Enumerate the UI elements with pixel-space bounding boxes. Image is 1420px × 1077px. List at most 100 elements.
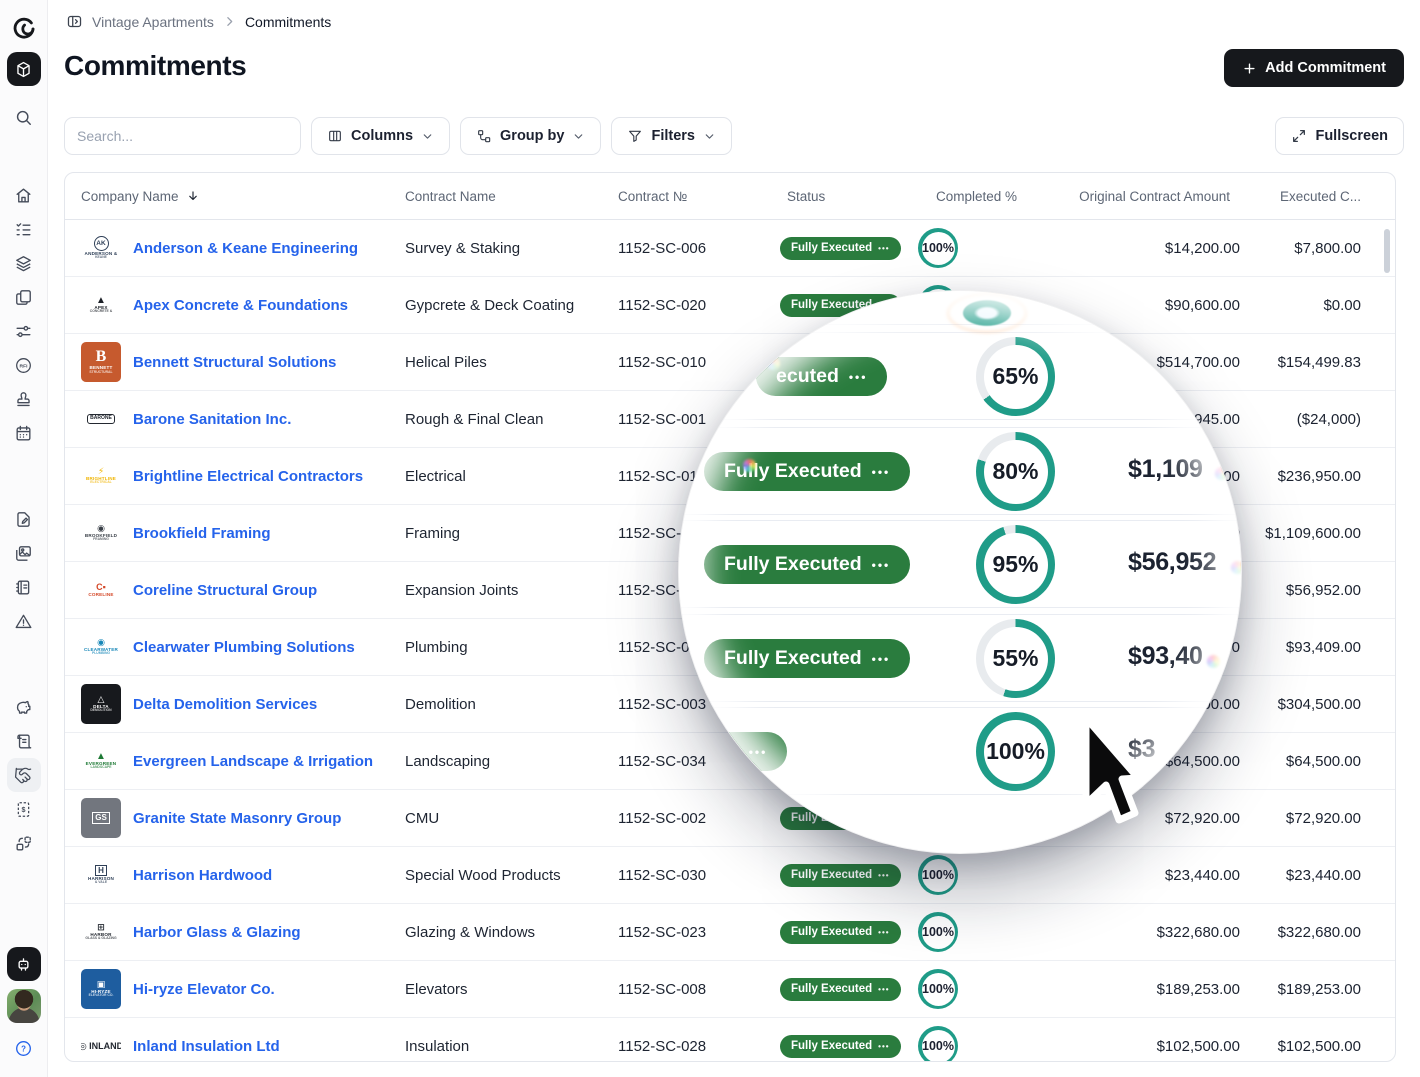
company-link[interactable]: Harbor Glass & Glazing xyxy=(133,924,301,941)
company-link[interactable]: Inland Insulation Ltd xyxy=(133,1038,280,1055)
status-badge[interactable]: Fully Executed••• xyxy=(780,864,901,887)
company-link[interactable]: Granite State Masonry Group xyxy=(133,810,341,827)
contract-name-cell: Plumbing xyxy=(389,639,602,656)
search-input[interactable] xyxy=(64,117,301,155)
column-header-company[interactable]: Company Name xyxy=(65,189,389,204)
columns-button[interactable]: Columns xyxy=(311,117,450,155)
executed-amount-cell: $93,409.00 xyxy=(1258,639,1379,656)
company-logo: ⊞HARBORGLASS & GLAZING xyxy=(81,912,121,952)
group-by-button[interactable]: Group by xyxy=(460,117,601,155)
completed-ring: 100% xyxy=(918,1026,958,1062)
company-link[interactable]: Hi-ryze Elevator Co. xyxy=(133,981,275,998)
safety-warning-icon[interactable] xyxy=(7,604,41,638)
commitments-handshake-icon[interactable] xyxy=(7,758,41,792)
status-badge[interactable]: Fully Executed••• xyxy=(780,978,901,1001)
column-header-executed[interactable]: Executed C... xyxy=(1258,189,1379,204)
column-header-status[interactable]: Status xyxy=(762,189,918,204)
column-header-completed[interactable]: Completed % xyxy=(918,189,1042,204)
executed-amount-cell: $189,253.00 xyxy=(1258,981,1379,998)
table-row[interactable]: ⊞HARBORGLASS & GLAZING Harbor Glass & Gl… xyxy=(65,904,1395,961)
specifications-notebook-icon[interactable] xyxy=(7,570,41,604)
company-link[interactable]: Coreline Structural Group xyxy=(133,582,317,599)
help-icon[interactable]: ? xyxy=(7,1031,41,1065)
contract-name-cell: Electrical xyxy=(389,468,602,485)
filters-button[interactable]: Filters xyxy=(611,117,732,155)
contract-name-cell: Glazing & Windows xyxy=(389,924,602,941)
lens-row-card: ecuted••• 65% xyxy=(678,332,1242,420)
company-link[interactable]: Brookfield Framing xyxy=(133,525,271,542)
project-cube-icon[interactable] xyxy=(7,52,41,86)
column-header-contract-name[interactable]: Contract Name xyxy=(389,189,602,204)
app-logo-icon[interactable] xyxy=(7,12,41,46)
company-link[interactable]: Bennett Structural Solutions xyxy=(133,354,336,371)
drawings-file-pen-icon[interactable] xyxy=(7,502,41,536)
rfi-icon[interactable]: RFI xyxy=(7,348,41,382)
calendar-icon[interactable] xyxy=(7,416,41,450)
table-row[interactable]: AKANDERSON &KEANE Anderson & Keane Engin… xyxy=(65,220,1395,277)
company-link[interactable]: Delta Demolition Services xyxy=(133,696,317,713)
documents-copy-icon[interactable] xyxy=(7,280,41,314)
contract-name-cell: Elevators xyxy=(389,981,602,998)
original-amount-cell: $23,440.00 xyxy=(1042,867,1258,884)
lens-status-badge: Executed••• xyxy=(678,732,787,771)
vertical-scrollbar[interactable] xyxy=(1384,229,1390,273)
fullscreen-button[interactable]: Fullscreen xyxy=(1275,117,1404,155)
executed-amount-cell: $7,800.00 xyxy=(1258,240,1379,257)
company-link[interactable]: Apex Concrete & Foundations xyxy=(133,297,348,314)
ellipsis-icon[interactable]: ••• xyxy=(878,928,889,937)
column-header-contract-no[interactable]: Contract № xyxy=(602,189,762,204)
company-link[interactable]: Barone Sanitation Inc. xyxy=(133,411,291,428)
panel-toggle-icon[interactable] xyxy=(66,13,83,30)
original-amount-cell: $322,680.00 xyxy=(1042,924,1258,941)
company-link[interactable]: Brightline Electrical Contractors xyxy=(133,468,363,485)
apps-bot-icon[interactable] xyxy=(7,947,41,981)
executed-amount-cell: $1,109,600.00 xyxy=(1258,525,1379,542)
company-link[interactable]: Evergreen Landscape & Irrigation xyxy=(133,753,373,770)
ellipsis-icon[interactable]: ••• xyxy=(878,1042,889,1051)
executed-amount-cell: $322,680.00 xyxy=(1258,924,1379,941)
executed-amount-cell: $154,499.83 xyxy=(1258,354,1379,371)
status-badge[interactable]: Fully Executed••• xyxy=(780,237,901,260)
status-badge[interactable]: Fully Executed••• xyxy=(780,921,901,944)
table-row[interactable]: ▣HI-RYZEELEVATOR CO. Hi-ryze Elevator Co… xyxy=(65,961,1395,1018)
funding-sources-icon[interactable] xyxy=(7,826,41,860)
completed-ring: 100% xyxy=(918,969,958,1009)
executed-amount-cell: $102,500.00 xyxy=(1258,1038,1379,1055)
company-link[interactable]: Anderson & Keane Engineering xyxy=(133,240,358,257)
change-orders-scroll-icon[interactable] xyxy=(7,724,41,758)
svg-text:?: ? xyxy=(21,1044,26,1053)
lens-completed-ring: 65% xyxy=(976,337,1055,416)
company-logo: ▲APEXCONCRETE & xyxy=(81,285,121,325)
contract-name-cell: Framing xyxy=(389,525,602,542)
status-badge[interactable]: Fully Executed••• xyxy=(780,1035,901,1058)
budget-piggy-icon[interactable] xyxy=(7,690,41,724)
lens-row-card: Fully Executed••• 95% $56,952 xyxy=(678,520,1242,608)
table-row[interactable]: HHARRISON& VALE Harrison Hardwood Specia… xyxy=(65,847,1395,904)
svg-text:RFI: RFI xyxy=(20,363,29,369)
company-logo: GS xyxy=(81,798,121,838)
company-link[interactable]: Clearwater Plumbing Solutions xyxy=(133,639,355,656)
search-icon[interactable] xyxy=(7,100,41,134)
home-icon[interactable] xyxy=(7,178,41,212)
ellipsis-icon[interactable]: ••• xyxy=(878,244,889,253)
company-link[interactable]: Harrison Hardwood xyxy=(133,867,272,884)
executed-amount-cell: $64,500.00 xyxy=(1258,753,1379,770)
photos-icon[interactable] xyxy=(7,536,41,570)
sparkle-artifact xyxy=(1215,467,1228,480)
user-avatar[interactable] xyxy=(7,989,41,1023)
chevron-down-icon xyxy=(572,130,585,143)
invoices-icon[interactable]: $ xyxy=(7,792,41,826)
ellipsis-icon[interactable]: ••• xyxy=(878,985,889,994)
table-row[interactable]: ◎ INLAND Inland Insulation Ltd Insulatio… xyxy=(65,1018,1395,1062)
add-commitment-button[interactable]: Add Commitment xyxy=(1224,49,1404,87)
ellipsis-icon[interactable]: ••• xyxy=(878,871,889,880)
company-logo: ⚡BRIGHTLINEELECTRICAL xyxy=(81,456,121,496)
stamp-icon[interactable] xyxy=(7,382,41,416)
table-row[interactable]: GS Granite State Masonry Group CMU 1152-… xyxy=(65,790,1395,847)
column-header-original-amount[interactable]: Original Contract Amount xyxy=(1042,189,1258,204)
breadcrumb-project[interactable]: Vintage Apartments xyxy=(92,14,214,30)
layers-icon[interactable] xyxy=(7,246,41,280)
completed-ring: 100% xyxy=(918,912,958,952)
tasks-checklist-icon[interactable] xyxy=(7,212,41,246)
adjustments-icon[interactable] xyxy=(7,314,41,348)
